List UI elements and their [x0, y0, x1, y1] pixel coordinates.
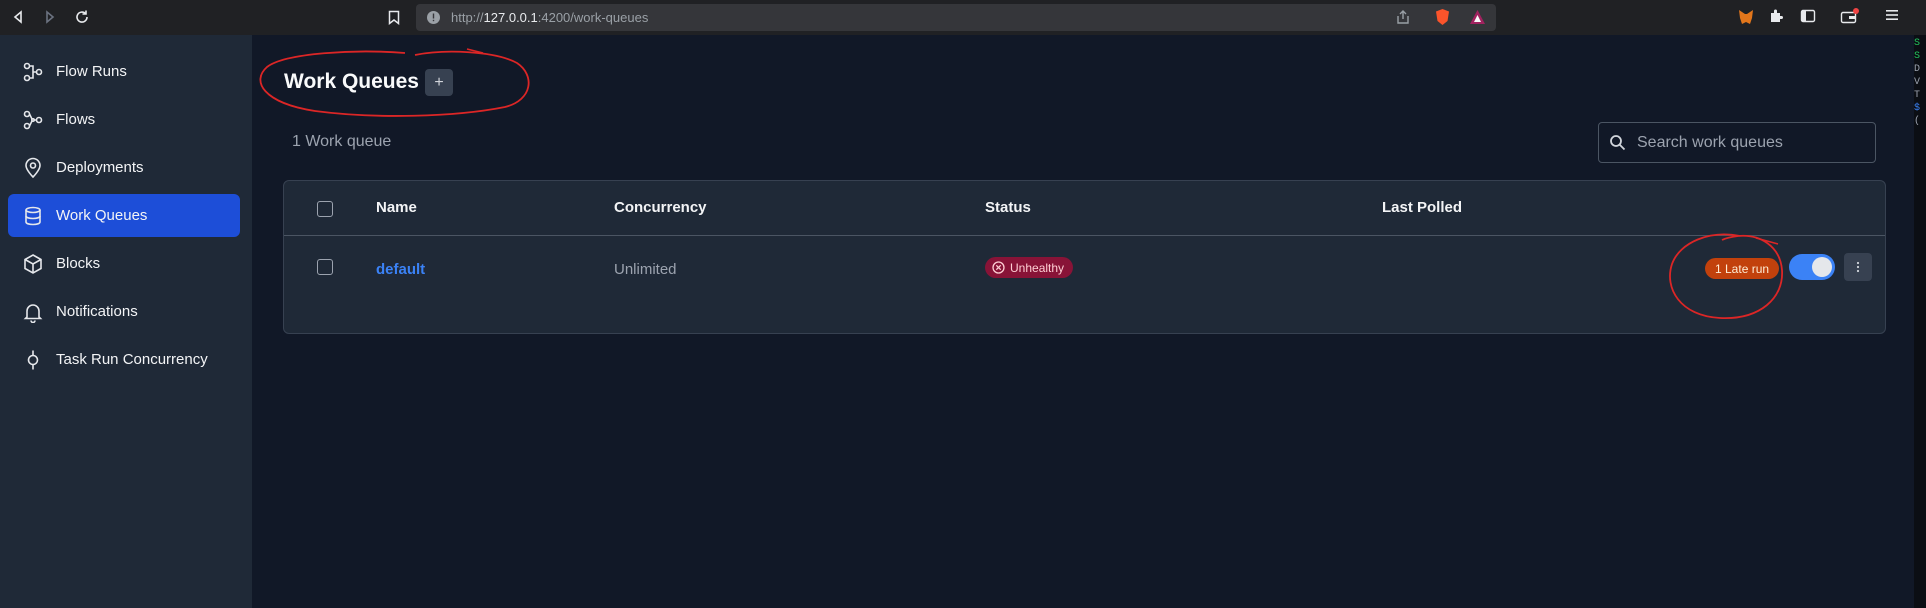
row-checkbox[interactable] [317, 259, 333, 275]
add-work-queue-button[interactable]: + [425, 69, 453, 96]
location-pin-icon [22, 157, 44, 179]
brave-shield-icon[interactable] [1435, 8, 1450, 31]
sidebar-item-task-run-concurrency[interactable]: Task Run Concurrency [8, 338, 240, 381]
table-header: Name Concurrency Status Last Polled [284, 181, 1885, 236]
terminal-char: ( [1914, 116, 1921, 127]
column-header-concurrency[interactable]: Concurrency [614, 199, 707, 216]
kebab-icon [1856, 261, 1860, 273]
status-text: Unhealthy [1010, 260, 1065, 275]
select-all-checkbox[interactable] [317, 201, 333, 217]
terminal-char: V [1914, 77, 1921, 88]
puzzle-extensions-icon[interactable] [1768, 8, 1786, 26]
commit-icon [22, 349, 44, 371]
reload-icon[interactable] [72, 7, 92, 27]
sidebar-item-flow-runs[interactable]: Flow Runs [8, 50, 240, 93]
metamask-fox-icon[interactable] [1737, 8, 1755, 26]
cube-icon [22, 253, 44, 275]
flow-runs-icon [22, 61, 44, 83]
concurrency-value: Unlimited [614, 261, 677, 278]
terminal-char: T [1914, 90, 1921, 101]
bookmark-icon[interactable] [384, 7, 404, 27]
sidebar-item-label: Notifications [56, 303, 138, 320]
sidebar-item-notifications[interactable]: Notifications [8, 290, 240, 333]
sidebar: Flow Runs Flows Deployments Work Queues … [0, 35, 252, 608]
column-header-name[interactable]: Name [376, 199, 417, 216]
column-header-status[interactable]: Status [985, 199, 1031, 216]
main-content: Work Queues + 1 Work queue Name Concurre… [252, 35, 1914, 608]
sidebar-item-label: Work Queues [56, 207, 148, 224]
search-icon [1609, 134, 1626, 156]
url-text: http://127.0.0.1:4200/work-queues [451, 10, 649, 25]
terminal-char: D [1914, 64, 1921, 75]
x-circle-icon [992, 261, 1005, 274]
bell-icon [22, 301, 44, 323]
sidebar-item-flows[interactable]: Flows [8, 98, 240, 141]
table-row: default Unlimited Unhealthy 1 Late run [284, 237, 1885, 333]
site-info-icon[interactable] [426, 10, 441, 30]
wallet-icon[interactable] [1840, 8, 1859, 26]
database-icon [22, 205, 44, 227]
terminal-char: S [1914, 38, 1921, 49]
menu-icon[interactable] [1885, 8, 1903, 26]
back-icon[interactable] [8, 7, 28, 27]
status-badge: Unhealthy [985, 257, 1074, 278]
sidebar-item-work-queues[interactable]: Work Queues [8, 194, 240, 237]
brave-rewards-icon[interactable] [1469, 9, 1486, 30]
search-input[interactable] [1637, 123, 1871, 162]
page-title: Work Queues [284, 70, 419, 93]
sidebar-toggle-icon[interactable] [1800, 8, 1818, 26]
sidebar-item-label: Blocks [56, 255, 101, 272]
sidebar-item-label: Task Run Concurrency [56, 351, 208, 368]
sidebar-item-blocks[interactable]: Blocks [8, 242, 240, 285]
work-queue-count: 1 Work queue [292, 133, 392, 150]
sidebar-item-label: Flows [56, 111, 96, 128]
forward-icon[interactable] [40, 7, 60, 27]
work-queue-name-link[interactable]: default [376, 261, 425, 278]
toggle-knob [1812, 257, 1832, 277]
sidebar-item-deployments[interactable]: Deployments [8, 146, 240, 189]
work-queues-table: Name Concurrency Status Last Polled defa… [283, 180, 1886, 334]
terminal-char: S [1914, 51, 1921, 62]
terminal-char: $ [1914, 103, 1921, 114]
more-options-button[interactable] [1844, 253, 1872, 281]
address-bar[interactable]: http://127.0.0.1:4200/work-queues [416, 4, 1496, 31]
search-box [1598, 122, 1876, 163]
browser-toolbar: http://127.0.0.1:4200/work-queues [0, 0, 1926, 35]
flows-icon [22, 109, 44, 131]
sidebar-item-label: Deployments [56, 159, 144, 176]
sidebar-item-label: Flow Runs [56, 63, 127, 80]
column-header-last-polled[interactable]: Last Polled [1382, 199, 1462, 216]
enable-toggle[interactable] [1789, 254, 1835, 280]
terminal-strip: S S D V T $ ( [1914, 35, 1926, 608]
share-icon[interactable] [1395, 9, 1411, 30]
late-runs-badge[interactable]: 1 Late run [1705, 258, 1780, 279]
